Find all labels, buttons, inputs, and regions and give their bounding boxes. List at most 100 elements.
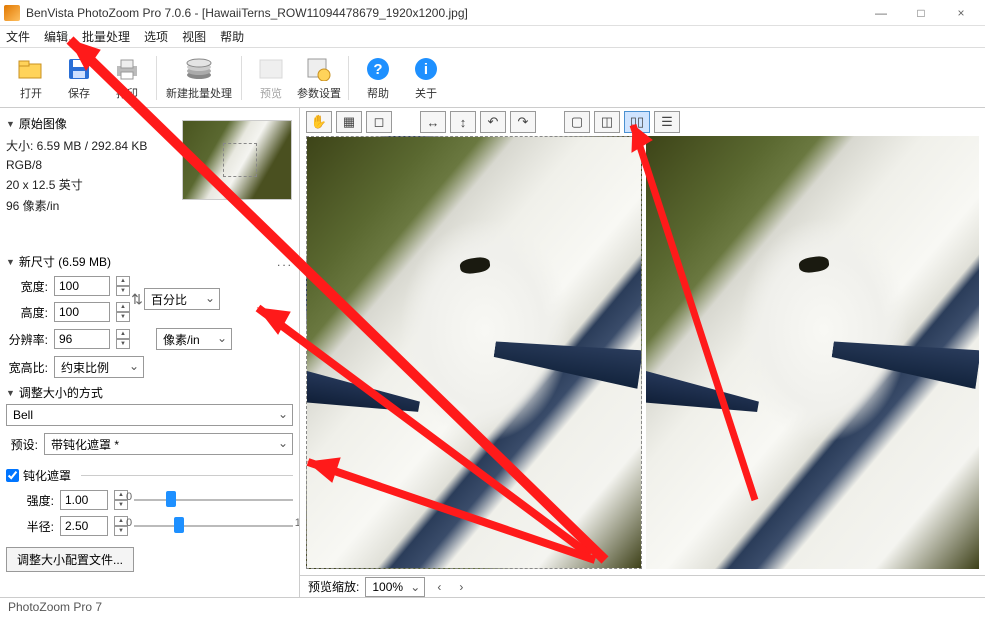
- zoom-bar: 预览缩放: 100% ‹ ›: [300, 575, 985, 597]
- fit-width-button[interactable]: ↔: [420, 111, 446, 133]
- menu-bar: 文件 编辑 批量处理 选项 视图 帮助: [0, 26, 985, 48]
- radius-input[interactable]: [60, 516, 108, 536]
- method-value: Bell: [13, 408, 33, 422]
- title-bar: BenVista PhotoZoom Pro 7.0.6 - [HawaiiTe…: [0, 0, 985, 26]
- preview-icon: [257, 55, 285, 83]
- menu-edit[interactable]: 编辑: [44, 28, 68, 45]
- preview-pane-left[interactable]: [306, 136, 642, 569]
- radius-label: 半径:: [6, 518, 54, 535]
- strength-label: 强度:: [6, 492, 54, 509]
- svg-text:i: i: [424, 61, 428, 78]
- res-input[interactable]: [54, 329, 110, 349]
- about-label: 关于: [415, 85, 437, 101]
- res-label: 分辨率:: [6, 331, 48, 348]
- zoom-in-button[interactable]: ›: [453, 579, 469, 595]
- svg-text:?: ?: [373, 61, 382, 78]
- toolbar-separator-1: [156, 56, 157, 100]
- res-unit-combo[interactable]: 像素/in: [156, 328, 232, 350]
- strength-slider[interactable]: 0 5: [134, 491, 293, 509]
- menu-help[interactable]: 帮助: [220, 28, 244, 45]
- status-bar: PhotoZoom Pro 7: [0, 597, 985, 615]
- menu-file[interactable]: 文件: [6, 28, 30, 45]
- unsharp-checkbox[interactable]: [6, 469, 19, 482]
- single-view-button[interactable]: ▢: [564, 111, 590, 133]
- preset-combo[interactable]: 带钝化遮罩 *: [44, 433, 293, 455]
- size-unit-combo[interactable]: 百分比: [144, 288, 220, 310]
- save-label: 保存: [68, 85, 90, 101]
- strength-min: 0: [126, 491, 132, 503]
- batch-new-button[interactable]: 新建批量处理: [163, 50, 235, 106]
- maximize-button[interactable]: □: [901, 0, 941, 26]
- aspect-value: 约束比例: [61, 359, 109, 376]
- height-input[interactable]: [54, 302, 110, 322]
- resize-config-button[interactable]: 调整大小配置文件...: [6, 547, 134, 572]
- width-spinner[interactable]: ▲▼: [116, 276, 130, 296]
- fit-height-button[interactable]: ↕: [450, 111, 476, 133]
- redo-button[interactable]: ↷: [510, 111, 536, 133]
- save-button[interactable]: 保存: [56, 50, 102, 106]
- minimize-button[interactable]: —: [861, 0, 901, 26]
- thumbnail[interactable]: [182, 120, 292, 200]
- new-size-header[interactable]: 新尺寸 (6.59 MB) ...: [6, 250, 293, 273]
- view-area: [300, 136, 985, 575]
- view-toolbar: ✋ ▦ ◻ ↔ ↕ ↶ ↷ ▢ ◫ ▯▯ ☰: [300, 108, 985, 136]
- preset-value: 带钝化遮罩 *: [51, 436, 119, 453]
- split-side-button[interactable]: ▯▯: [624, 111, 650, 133]
- preview-button[interactable]: 预览: [248, 50, 294, 106]
- height-label: 高度:: [6, 304, 48, 321]
- thumbnail-selection[interactable]: [223, 143, 257, 177]
- close-button[interactable]: ×: [941, 0, 981, 26]
- print-button[interactable]: 打印: [104, 50, 150, 106]
- crop-tool[interactable]: ▦: [336, 111, 362, 133]
- print-label: 打印: [116, 85, 138, 101]
- preview-pane-right[interactable]: [646, 136, 980, 569]
- status-app-label: PhotoZoom Pro 7: [8, 600, 102, 614]
- zoom-out-button[interactable]: ‹: [431, 579, 447, 595]
- right-area: ✋ ▦ ◻ ↔ ↕ ↶ ↷ ▢ ◫ ▯▯ ☰ 预览缩放: 100%: [300, 108, 985, 597]
- split-center-button[interactable]: ◫: [594, 111, 620, 133]
- about-button[interactable]: i 关于: [403, 50, 449, 106]
- method-combo[interactable]: Bell: [6, 404, 293, 426]
- app-icon: [4, 5, 20, 21]
- menu-batch[interactable]: 批量处理: [82, 28, 130, 45]
- split-stack-button[interactable]: ☰: [654, 111, 680, 133]
- width-label: 宽度:: [6, 278, 48, 295]
- batch-icon: [185, 55, 213, 83]
- zoom-value: 100%: [372, 580, 403, 594]
- open-label: 打开: [20, 85, 42, 101]
- aspect-combo[interactable]: 约束比例: [54, 356, 144, 378]
- res-spinner[interactable]: ▲▼: [116, 329, 130, 349]
- help-button[interactable]: ? 帮助: [355, 50, 401, 106]
- menu-view[interactable]: 视图: [182, 28, 206, 45]
- size-unit-value: 百分比: [151, 291, 187, 308]
- undo-button[interactable]: ↶: [480, 111, 506, 133]
- batch-label: 新建批量处理: [166, 85, 232, 101]
- resize-method-header-label: 调整大小的方式: [19, 384, 103, 401]
- preset-label: 预设:: [6, 436, 38, 453]
- open-icon: [17, 55, 45, 83]
- new-size-header-label: 新尺寸 (6.59 MB): [19, 253, 111, 270]
- window-title: BenVista PhotoZoom Pro 7.0.6 - [HawaiiTe…: [26, 6, 861, 20]
- strength-input[interactable]: [60, 490, 108, 510]
- menu-options[interactable]: 选项: [144, 28, 168, 45]
- link-aspect-icon[interactable]: ⇅: [130, 279, 144, 319]
- unsharp-label: 钝化遮罩: [23, 467, 71, 484]
- original-image-header-label: 原始图像: [19, 115, 67, 132]
- params-label: 参数设置: [297, 85, 341, 101]
- resize-method-header[interactable]: 调整大小的方式: [6, 381, 293, 404]
- help-label: 帮助: [367, 85, 389, 101]
- params-icon: [305, 55, 333, 83]
- height-spinner[interactable]: ▲▼: [116, 302, 130, 322]
- radius-slider[interactable]: 0 10: [134, 517, 293, 535]
- divider: [81, 475, 293, 476]
- dots-icon: ...: [277, 255, 293, 269]
- preview-label: 预览: [260, 85, 282, 101]
- zoom-combo[interactable]: 100%: [365, 577, 425, 597]
- select-tool[interactable]: ◻: [366, 111, 392, 133]
- main-toolbar: 打开 保存 打印 新建批量处理 预览 参数设置 ? 帮助 i 关于: [0, 48, 985, 108]
- open-button[interactable]: 打开: [8, 50, 54, 106]
- hand-tool[interactable]: ✋: [306, 111, 332, 133]
- left-panel: 原始图像 ... 大小: 6.59 MB / 292.84 KB RGB/8 2…: [0, 108, 300, 597]
- params-button[interactable]: 参数设置: [296, 50, 342, 106]
- width-input[interactable]: [54, 276, 110, 296]
